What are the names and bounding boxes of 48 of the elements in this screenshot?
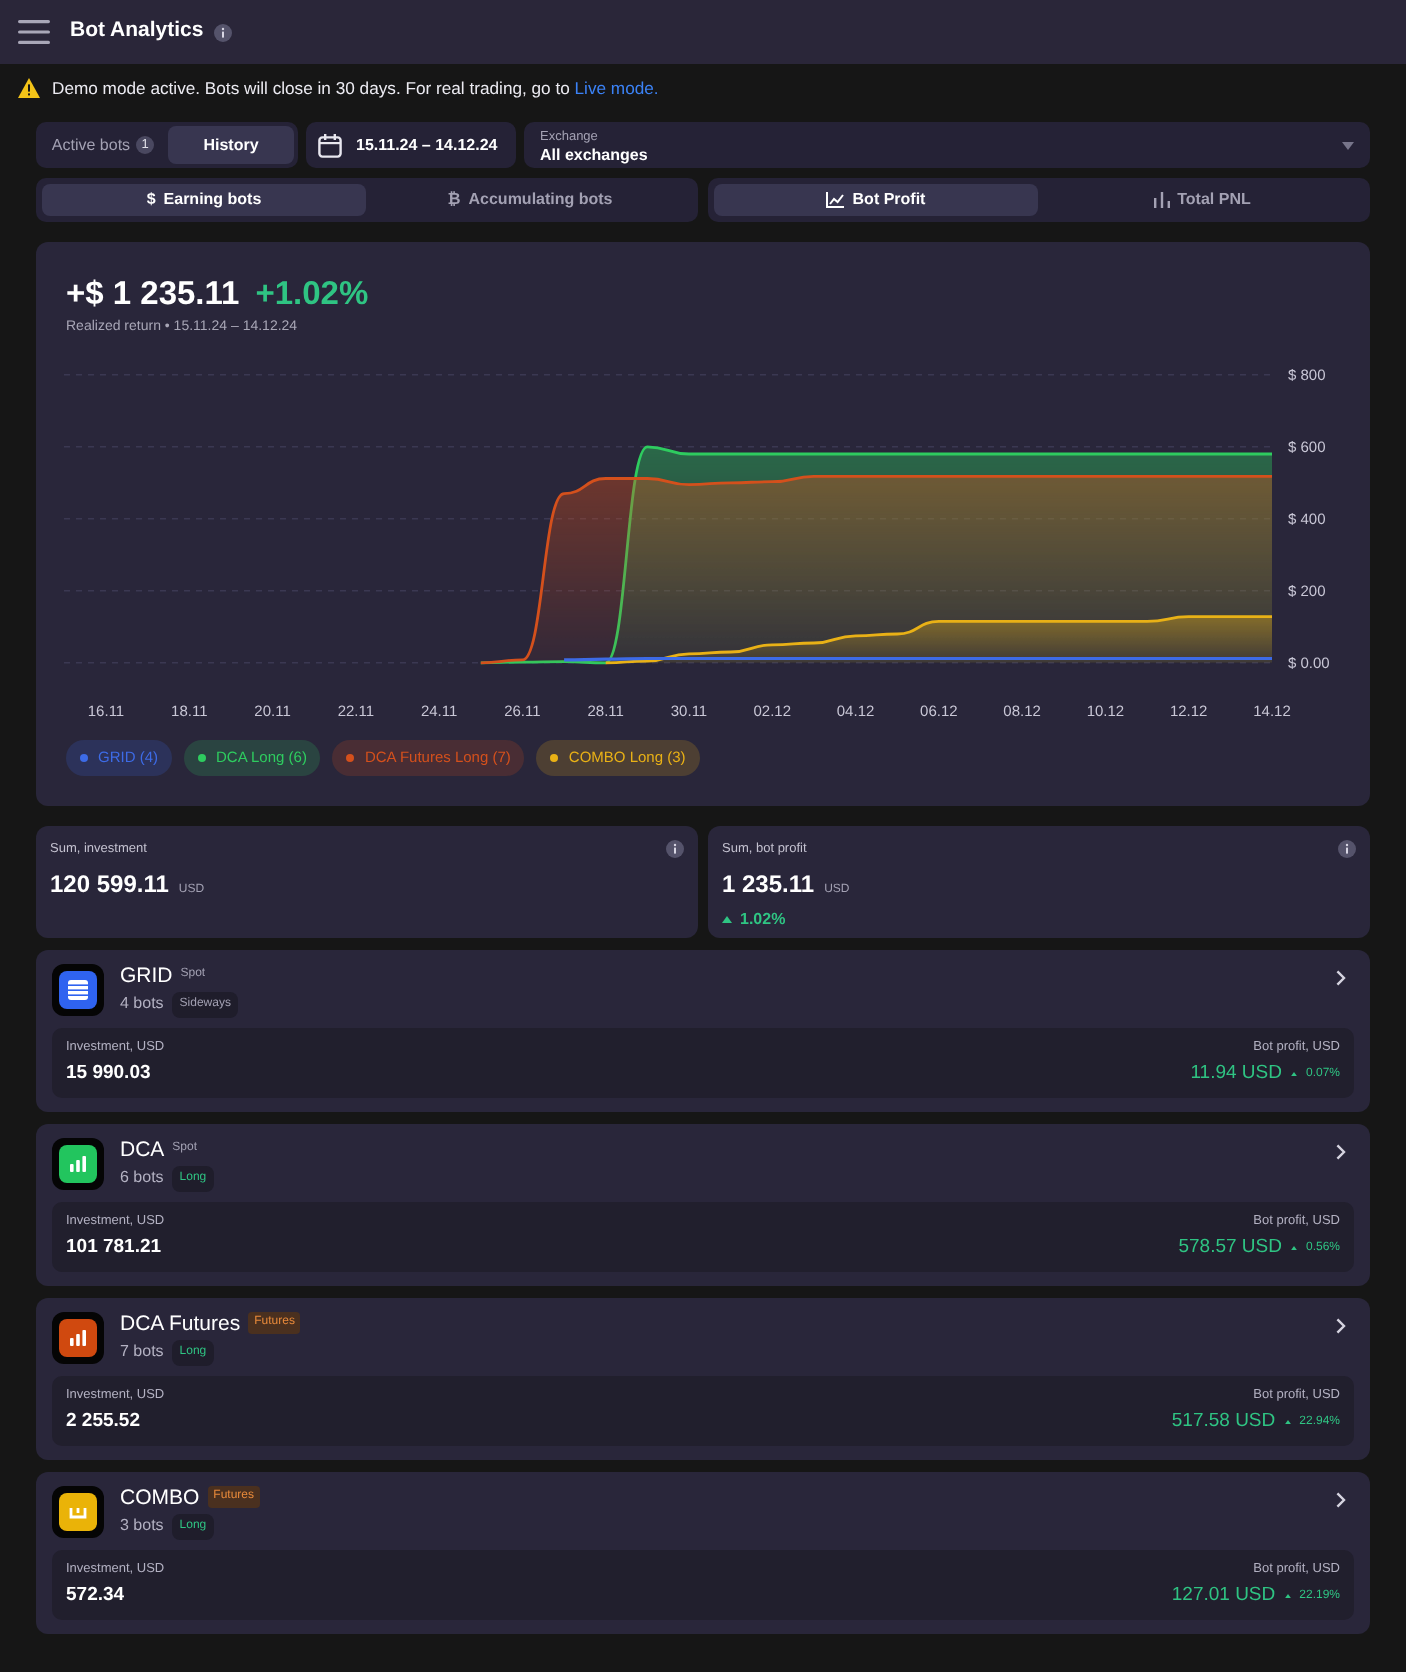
profit-value: 127.01 USD <box>1171 1584 1276 1608</box>
up-triangle-icon <box>1283 1593 1292 1599</box>
profit-value: 11.94 USD <box>1190 1062 1282 1086</box>
info-icon <box>213 23 232 41</box>
notice-text: Demo mode active. Bots will close in 30 days. For real trading, go to Live mode. <box>52 75 659 101</box>
bot-type-tab[interactable]: ₿ Accumulating bots <box>368 184 692 216</box>
profit-value: 517.58 USD <box>1171 1410 1276 1434</box>
caret-down-icon <box>1342 141 1354 149</box>
info-icon <box>666 840 684 858</box>
up-triangle-icon <box>1283 1419 1292 1425</box>
profit-value: 578.57 USD <box>1178 1236 1282 1260</box>
bot-name: GRID <box>120 963 173 987</box>
chevron-right-icon <box>1336 1144 1346 1160</box>
up-triangle-icon <box>722 916 732 924</box>
bot-count: 4 bots <box>120 994 164 1014</box>
chevron-right-icon <box>1336 1318 1346 1334</box>
date-range-button[interactable]: 15.11.24 – 14.12.24 <box>306 122 516 168</box>
bar-chart-icon <box>1153 192 1170 208</box>
profit-total: +$ 1 235.11 <box>66 274 240 314</box>
calendar-icon <box>318 133 342 157</box>
investment-value: 2 255.52 <box>66 1410 142 1434</box>
live-mode-link[interactable]: Live mode. <box>574 77 659 98</box>
summary-value: 120 599.11 <box>50 868 169 902</box>
investment-value: 15 990.03 <box>66 1062 153 1086</box>
bot-type-tab[interactable]: $ Earning bots <box>42 184 366 216</box>
bot-name: DCA Futures <box>120 1311 241 1335</box>
profit-change: +1.02% <box>255 274 369 314</box>
up-triangle-icon <box>1289 1071 1298 1077</box>
page-title: Bot Analytics <box>70 16 204 47</box>
bot-count: 3 bots <box>120 1516 164 1536</box>
chevron-right-icon <box>1336 970 1346 986</box>
view-tab[interactable]: Total PNL <box>1040 184 1364 216</box>
chevron-right-icon <box>1336 1492 1346 1508</box>
line-chart-icon <box>826 192 845 208</box>
bot-name: DCA <box>120 1137 165 1161</box>
bot-name: COMBO <box>120 1485 200 1509</box>
view-tab[interactable]: Bot Profit <box>714 184 1038 216</box>
summary-value: 1 235.11 <box>722 868 815 902</box>
mode-tab[interactable]: History <box>168 126 294 164</box>
bot-count: 6 bots <box>120 1168 164 1188</box>
menu-icon <box>18 20 50 44</box>
up-triangle-icon <box>1289 1245 1298 1251</box>
investment-value: 101 781.21 <box>66 1236 164 1260</box>
summary-change: 1.02% <box>740 908 786 932</box>
investment-value: 572.34 <box>66 1584 127 1608</box>
bot-count: 7 bots <box>120 1342 164 1362</box>
warning-icon <box>18 78 40 98</box>
info-icon <box>1338 840 1356 858</box>
